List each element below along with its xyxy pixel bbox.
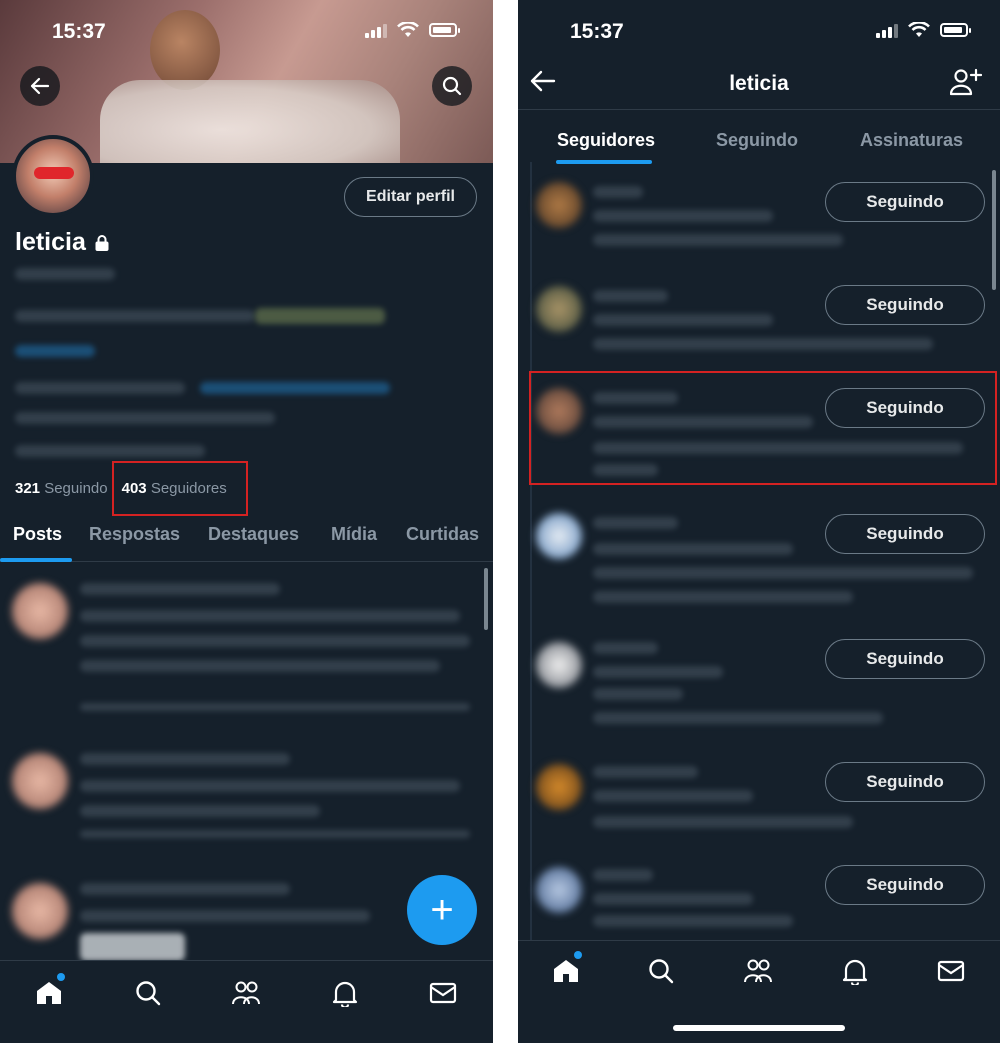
following-button[interactable]: Seguindo [825, 182, 985, 222]
scrollbar[interactable] [992, 170, 996, 290]
status-time: 15:37 [52, 20, 106, 43]
battery-icon [429, 23, 460, 37]
nav-notifications[interactable] [325, 973, 365, 1013]
tab-midia[interactable]: Mídia [331, 524, 377, 545]
nav-messages[interactable] [423, 973, 463, 1013]
status-bar: 15:37 [0, 0, 493, 60]
search-icon [649, 959, 674, 984]
nav-communities[interactable] [738, 951, 778, 991]
home-indicator[interactable] [673, 1025, 845, 1031]
tab-respostas[interactable]: Respostas [89, 524, 180, 545]
profile-tabs: Posts Respostas Destaques Mídia Curtidas [0, 520, 493, 562]
tab-active-indicator [556, 160, 652, 164]
tab-assinaturas[interactable]: Assinaturas [860, 130, 963, 151]
tab-seguidores[interactable]: Seguidores [557, 130, 655, 151]
bell-icon [842, 959, 868, 985]
cellular-signal-icon [876, 23, 898, 38]
compose-button[interactable]: + [407, 875, 477, 945]
following-button[interactable]: Seguindo [825, 762, 985, 802]
nav-home[interactable] [546, 951, 586, 991]
communities-icon [232, 981, 260, 1005]
nav-search[interactable] [641, 951, 681, 991]
nav-messages[interactable] [931, 951, 971, 991]
following-button[interactable]: Seguindo [825, 639, 985, 679]
follow-user-button[interactable] [949, 68, 983, 101]
profile-name-row: leticia [15, 228, 110, 257]
add-user-icon [949, 68, 983, 96]
wifi-icon [908, 22, 930, 37]
bottom-nav [0, 960, 493, 1043]
avatar-sunglasses [34, 167, 74, 179]
status-time: 15:37 [570, 20, 624, 43]
nav-search[interactable] [128, 973, 168, 1013]
scrollbar[interactable] [484, 568, 488, 630]
followers-header: leticia [518, 58, 1000, 110]
communities-icon [744, 959, 772, 983]
arrow-left-icon [30, 77, 50, 95]
home-icon [554, 960, 578, 982]
search-icon [442, 76, 462, 96]
mail-icon [429, 982, 457, 1004]
banner-photo-bathtub [100, 80, 400, 163]
tab-posts[interactable]: Posts [13, 524, 62, 545]
divider [530, 162, 532, 942]
tab-seguindo[interactable]: Seguindo [716, 130, 798, 151]
lock-icon [95, 234, 109, 251]
tab-active-indicator [0, 558, 72, 562]
tab-destaques[interactable]: Destaques [208, 524, 299, 545]
nav-notifications[interactable] [835, 951, 875, 991]
edit-profile-button[interactable]: Editar perfil [344, 177, 477, 217]
followers-screen: 15:37 leticia Seguidores Seguindo Assina… [518, 0, 1000, 1043]
profile-name: leticia [15, 228, 86, 256]
status-bar: 15:37 [518, 0, 1000, 60]
search-button[interactable] [432, 66, 472, 106]
follower-highlight-box [529, 371, 997, 485]
bell-icon [332, 981, 358, 1007]
followers-tabs: Seguidores Seguindo Assinaturas [518, 112, 1000, 164]
battery-icon [940, 23, 971, 37]
followers-highlight-box [112, 461, 248, 516]
nav-communities[interactable] [226, 973, 266, 1013]
back-button[interactable] [20, 66, 60, 106]
following-button[interactable]: Seguindo [825, 285, 985, 325]
following-button[interactable]: Seguindo [825, 865, 985, 905]
mail-icon [937, 960, 965, 982]
profile-screen: 15:37 Editar perfil leticia 321 Seguindo… [0, 0, 493, 1043]
nav-home[interactable] [29, 973, 69, 1013]
page-title: leticia [729, 72, 789, 95]
home-icon [37, 982, 61, 1004]
tab-curtidas[interactable]: Curtidas [406, 524, 479, 545]
search-icon [136, 981, 161, 1006]
cellular-signal-icon [365, 23, 387, 38]
following-button[interactable]: Seguindo [825, 514, 985, 554]
following-stat[interactable]: 321 Seguindo [15, 480, 108, 497]
wifi-icon [397, 22, 419, 37]
profile-avatar[interactable] [12, 135, 94, 217]
